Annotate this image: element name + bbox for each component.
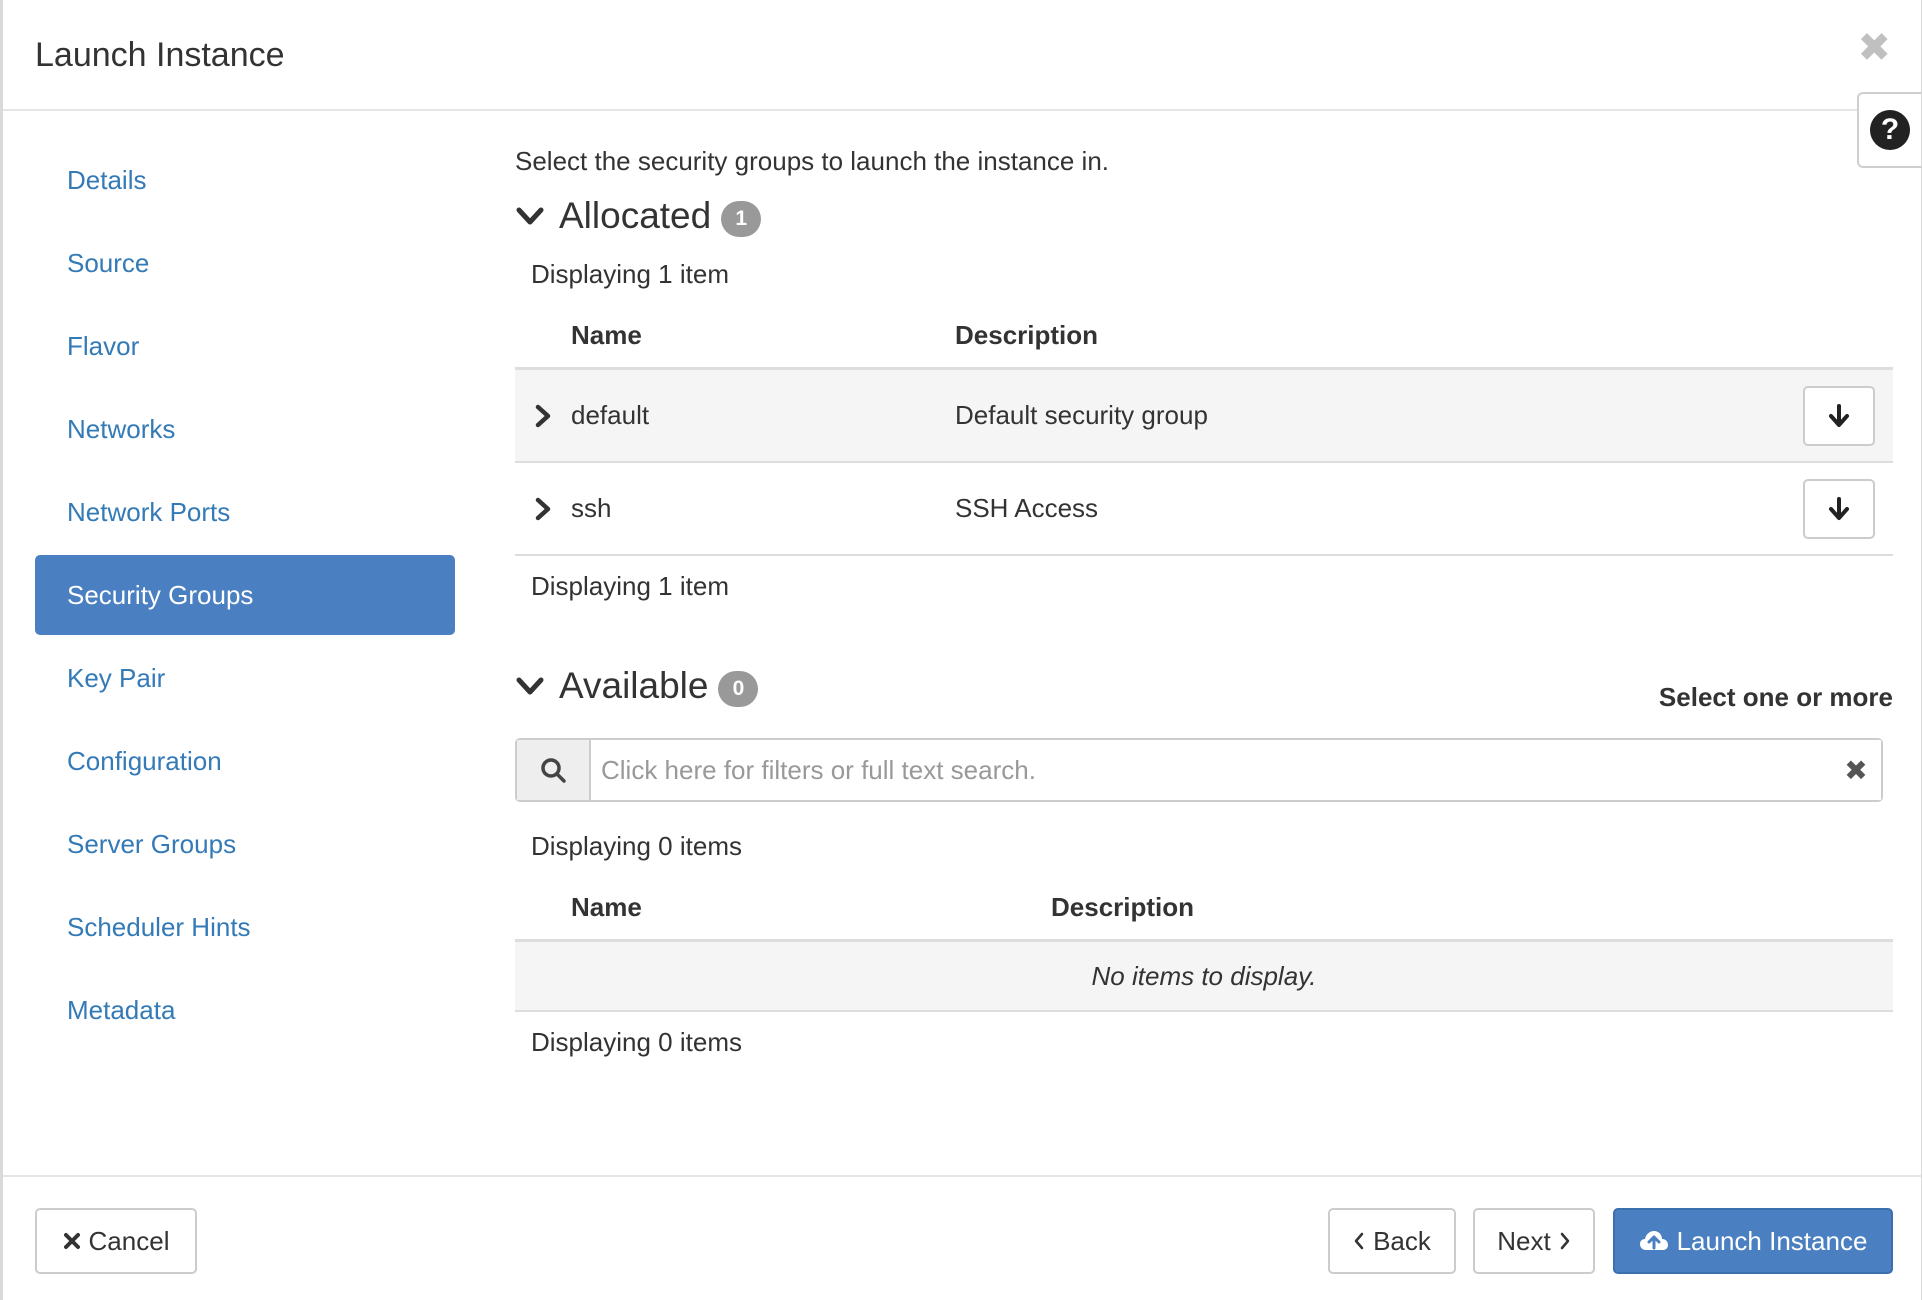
launch-label: Launch Instance <box>1676 1225 1868 1256</box>
clear-search-icon[interactable]: ✖ <box>1831 740 1881 800</box>
chevron-down-icon <box>516 207 544 225</box>
wizard-sidebar: Details Source Flavor Networks Network P… <box>35 140 455 1053</box>
back-label: Back <box>1373 1225 1431 1256</box>
next-label: Next <box>1497 1225 1551 1256</box>
intro-text: Select the security groups to launch the… <box>515 146 1110 176</box>
sidebar-item-security-groups[interactable]: Security Groups <box>35 555 455 635</box>
row-description: Default security group <box>955 400 1208 430</box>
launch-instance-button[interactable]: Launch Instance <box>1613 1208 1893 1274</box>
sidebar-item-flavor[interactable]: Flavor <box>35 306 455 386</box>
available-count-badge: 0 <box>718 671 759 707</box>
sidebar-item-key-pair[interactable]: Key Pair <box>35 638 455 718</box>
chevron-left-icon <box>1353 1231 1365 1251</box>
sidebar-item-details[interactable]: Details <box>35 140 455 220</box>
row-description: SSH Access <box>955 493 1099 523</box>
search-addon <box>517 740 591 800</box>
sidebar-item-scheduler-hints[interactable]: Scheduler Hints <box>35 887 455 967</box>
allocated-table: Name Description default Default securit… <box>515 304 1893 556</box>
chevron-right-icon <box>535 497 551 520</box>
allocated-header[interactable]: Allocated 1 <box>515 188 1893 244</box>
available-header[interactable]: Available 0 <box>515 658 759 714</box>
modal-title: Launch Instance <box>35 36 285 74</box>
available-header-row: Available 0 Select one or more <box>515 658 1893 714</box>
available-table-header: Name Description <box>515 876 1893 942</box>
arrow-down-icon <box>1829 403 1849 427</box>
chevron-right-icon <box>1559 1231 1571 1251</box>
sidebar-item-networks[interactable]: Networks <box>35 389 455 469</box>
close-icon <box>63 1232 81 1250</box>
available-title: Available <box>559 665 709 706</box>
empty-message: No items to display. <box>515 942 1893 1012</box>
cloud-upload-icon <box>1639 1229 1669 1253</box>
select-hint: Select one or more <box>1658 681 1893 712</box>
allocated-table-header: Name Description <box>515 304 1893 370</box>
column-name[interactable]: Name <box>571 892 1051 923</box>
allocated-count-badge: 1 <box>721 201 762 237</box>
search-input[interactable] <box>591 740 1831 800</box>
allocated-count-bottom: Displaying 1 item <box>531 570 729 601</box>
sidebar-item-source[interactable]: Source <box>35 223 455 303</box>
sidebar-item-configuration[interactable]: Configuration <box>35 721 455 801</box>
available-count-top: Displaying 0 items <box>531 830 742 861</box>
sidebar-item-metadata[interactable]: Metadata <box>35 970 455 1050</box>
expand-row-toggle[interactable] <box>515 403 571 429</box>
cancel-button[interactable]: Cancel <box>35 1208 197 1274</box>
modal-header: Launch Instance ✖ <box>3 0 1921 111</box>
allocated-title: Allocated <box>559 195 712 236</box>
chevron-right-icon <box>535 404 551 427</box>
available-table: Name Description No items to display. <box>515 876 1893 1012</box>
row-name: ssh <box>571 493 612 523</box>
search-bar: ✖ <box>515 738 1883 802</box>
back-button[interactable]: Back <box>1328 1208 1456 1274</box>
expand-row-toggle[interactable] <box>515 496 571 522</box>
chevron-down-icon <box>516 677 544 695</box>
column-name[interactable]: Name <box>571 320 955 351</box>
modal-footer: Cancel Back Next Launch Instance <box>3 1175 1921 1300</box>
arrow-down-icon <box>1829 496 1849 520</box>
row-name: default <box>571 400 650 430</box>
close-icon[interactable]: ✖ <box>1857 28 1891 68</box>
allocated-count-top: Displaying 1 item <box>531 258 729 289</box>
column-description[interactable]: Description <box>955 320 1803 351</box>
available-count-bottom: Displaying 0 items <box>531 1026 742 1057</box>
security-groups-panel: Select the security groups to launch the… <box>515 140 1893 1072</box>
table-row: default Default security group <box>515 370 1893 463</box>
deallocate-button[interactable] <box>1803 385 1875 446</box>
column-description[interactable]: Description <box>1051 892 1893 923</box>
cancel-label: Cancel <box>88 1225 170 1256</box>
deallocate-button[interactable] <box>1803 478 1875 539</box>
search-icon <box>541 758 566 783</box>
launch-instance-modal: Launch Instance ✖ ? Details Source Flavo… <box>0 0 1922 1300</box>
table-row: ssh SSH Access <box>515 463 1893 556</box>
sidebar-item-network-ports[interactable]: Network Ports <box>35 472 455 552</box>
sidebar-item-server-groups[interactable]: Server Groups <box>35 804 455 884</box>
next-button[interactable]: Next <box>1473 1208 1595 1274</box>
